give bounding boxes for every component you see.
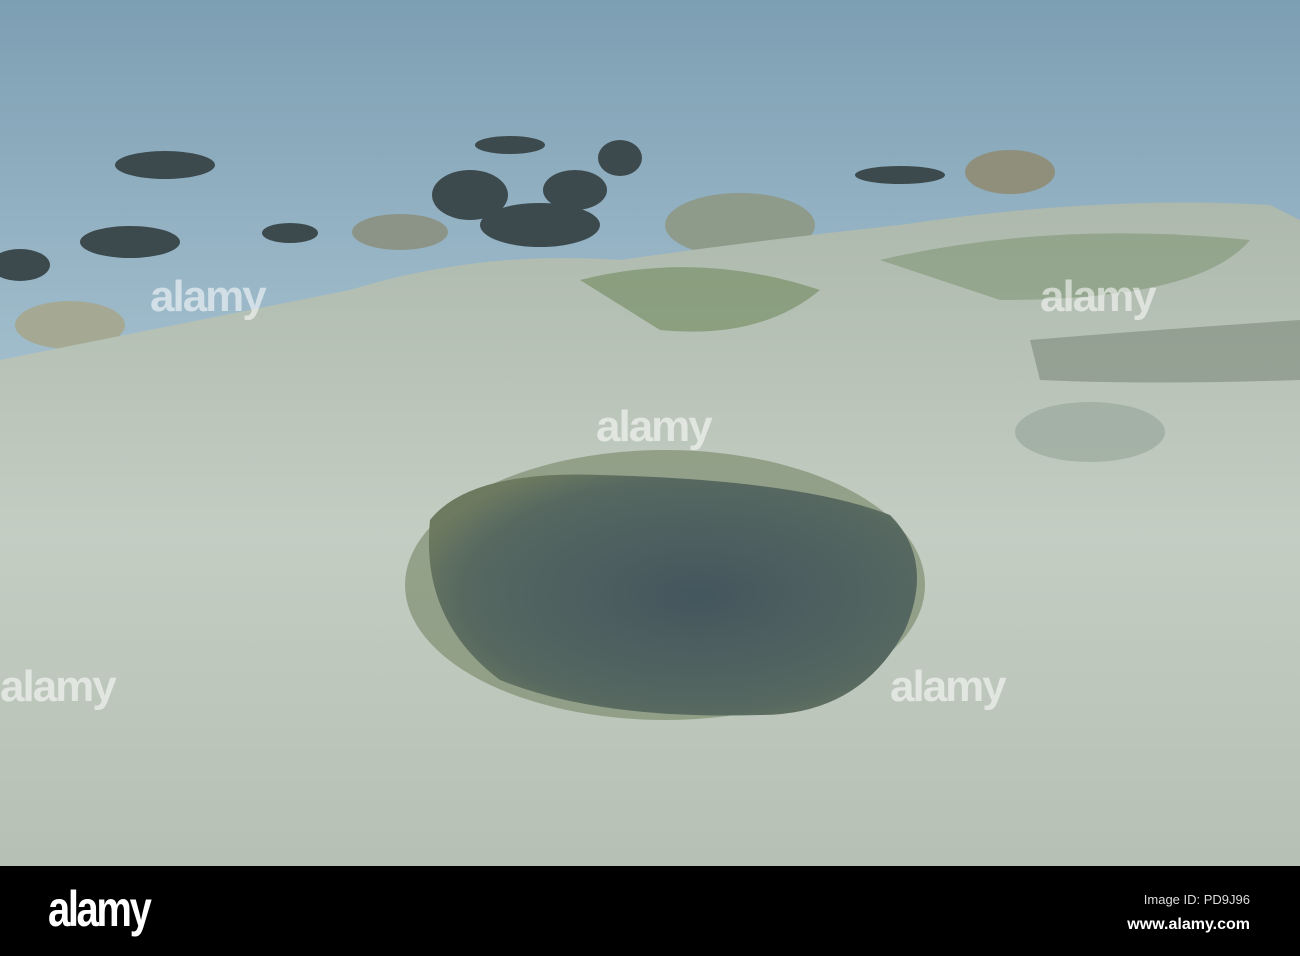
watermark-logo: alamy — [596, 402, 713, 451]
watermark-logo: alamy — [150, 272, 267, 321]
watermark-logo: alamy — [1040, 272, 1157, 321]
site-url: www.alamy.com — [1127, 916, 1250, 933]
alamy-logo: alamy — [48, 881, 152, 937]
watermark-logo: alamy — [890, 662, 1007, 711]
watermark-logo: alamy — [0, 662, 117, 711]
image-id: Image ID: PD9J96 — [1143, 892, 1250, 907]
small-pool — [1015, 402, 1165, 462]
watermark-bar: alamy Image ID: PD9J96 www.alamy.com — [0, 866, 1300, 956]
rock-pool — [428, 474, 917, 716]
